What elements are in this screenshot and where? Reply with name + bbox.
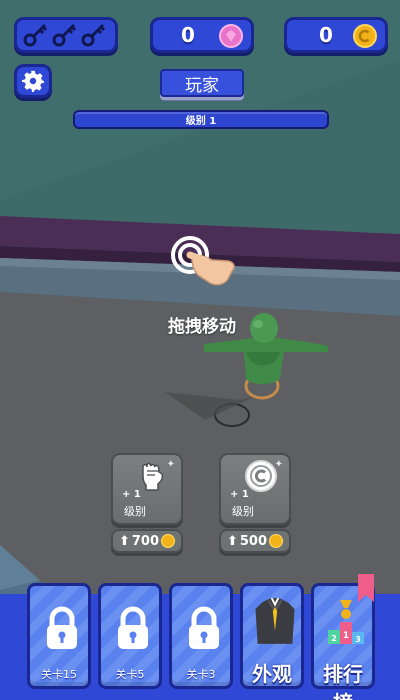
keys-counter — [14, 17, 118, 53]
gem-icon — [219, 24, 243, 48]
strength-upgrade-card[interactable]: ✦ + 1 级别 — [111, 453, 183, 525]
dock-label: 外观 — [252, 662, 292, 686]
coins-count: 0 — [319, 23, 333, 47]
upgrade-plus: + 1 — [122, 489, 141, 500]
income-upgrade-card[interactable]: ✦ + 1 级别 — [219, 453, 291, 525]
key-icon — [23, 23, 48, 47]
player-name: 玩家 — [160, 69, 244, 97]
lock-icon — [118, 606, 148, 649]
svg-text:3: 3 — [355, 635, 361, 644]
income-upgrade-price-button[interactable]: ⬆ 500 — [219, 529, 291, 553]
strength-upgrade-price-button[interactable]: ⬆ 700 — [111, 529, 183, 553]
upgrade-price: 700 — [131, 533, 160, 549]
podium-icon: 1 2 3 — [328, 600, 364, 644]
dock-level-15-button[interactable]: 关卡15 — [27, 583, 91, 689]
svg-text:2: 2 — [331, 634, 337, 643]
dock-label: 关卡15 — [41, 668, 77, 681]
level-progress-bar: 级别 1 — [73, 110, 329, 129]
svg-text:1: 1 — [343, 631, 349, 641]
tap-hand-icon — [171, 236, 235, 286]
dock-level-3-button[interactable]: 关卡3 — [169, 583, 233, 689]
drag-hint-text: 拖拽移动 — [168, 317, 236, 337]
gear-icon — [22, 70, 44, 92]
gems-count: 0 — [181, 23, 195, 47]
sparkle-icon: ✦ — [274, 459, 283, 470]
upgrade-price: 500 — [239, 533, 268, 549]
upgrade-level-label: 级别 — [124, 505, 146, 518]
ribbon-icon — [358, 574, 374, 602]
dock-label: 关卡3 — [186, 668, 216, 681]
upgrade-plus: + 1 — [230, 489, 249, 500]
key-icon — [81, 23, 106, 47]
suit-icon — [255, 598, 295, 644]
lock-icon — [47, 606, 77, 649]
dock-leaderboard-button[interactable]: 1 2 3 排行榜 — [311, 574, 375, 700]
coin-icon — [161, 534, 176, 548]
dock-level-5-button[interactable]: 关卡5 — [98, 583, 162, 689]
dock-label: 排行榜 — [323, 662, 363, 700]
dock-outfit-button[interactable]: 外观 — [240, 583, 304, 689]
dock-label: 关卡5 — [115, 668, 145, 681]
lock-icon — [189, 606, 219, 649]
coin-icon — [269, 534, 284, 548]
arrow-up-icon: ⬆ — [118, 533, 130, 549]
upgrade-level-label: 级别 — [232, 505, 254, 518]
coin-icon — [353, 24, 377, 48]
level-label: 级别 1 — [185, 116, 217, 127]
coins-counter[interactable]: 0 — [284, 17, 388, 53]
settings-button[interactable] — [14, 64, 52, 98]
keys-icons — [23, 23, 106, 47]
gems-counter[interactable]: 0 — [150, 17, 254, 53]
key-icon — [52, 23, 77, 47]
arrow-up-icon: ⬆ — [226, 533, 238, 549]
sparkle-icon: ✦ — [166, 459, 175, 470]
